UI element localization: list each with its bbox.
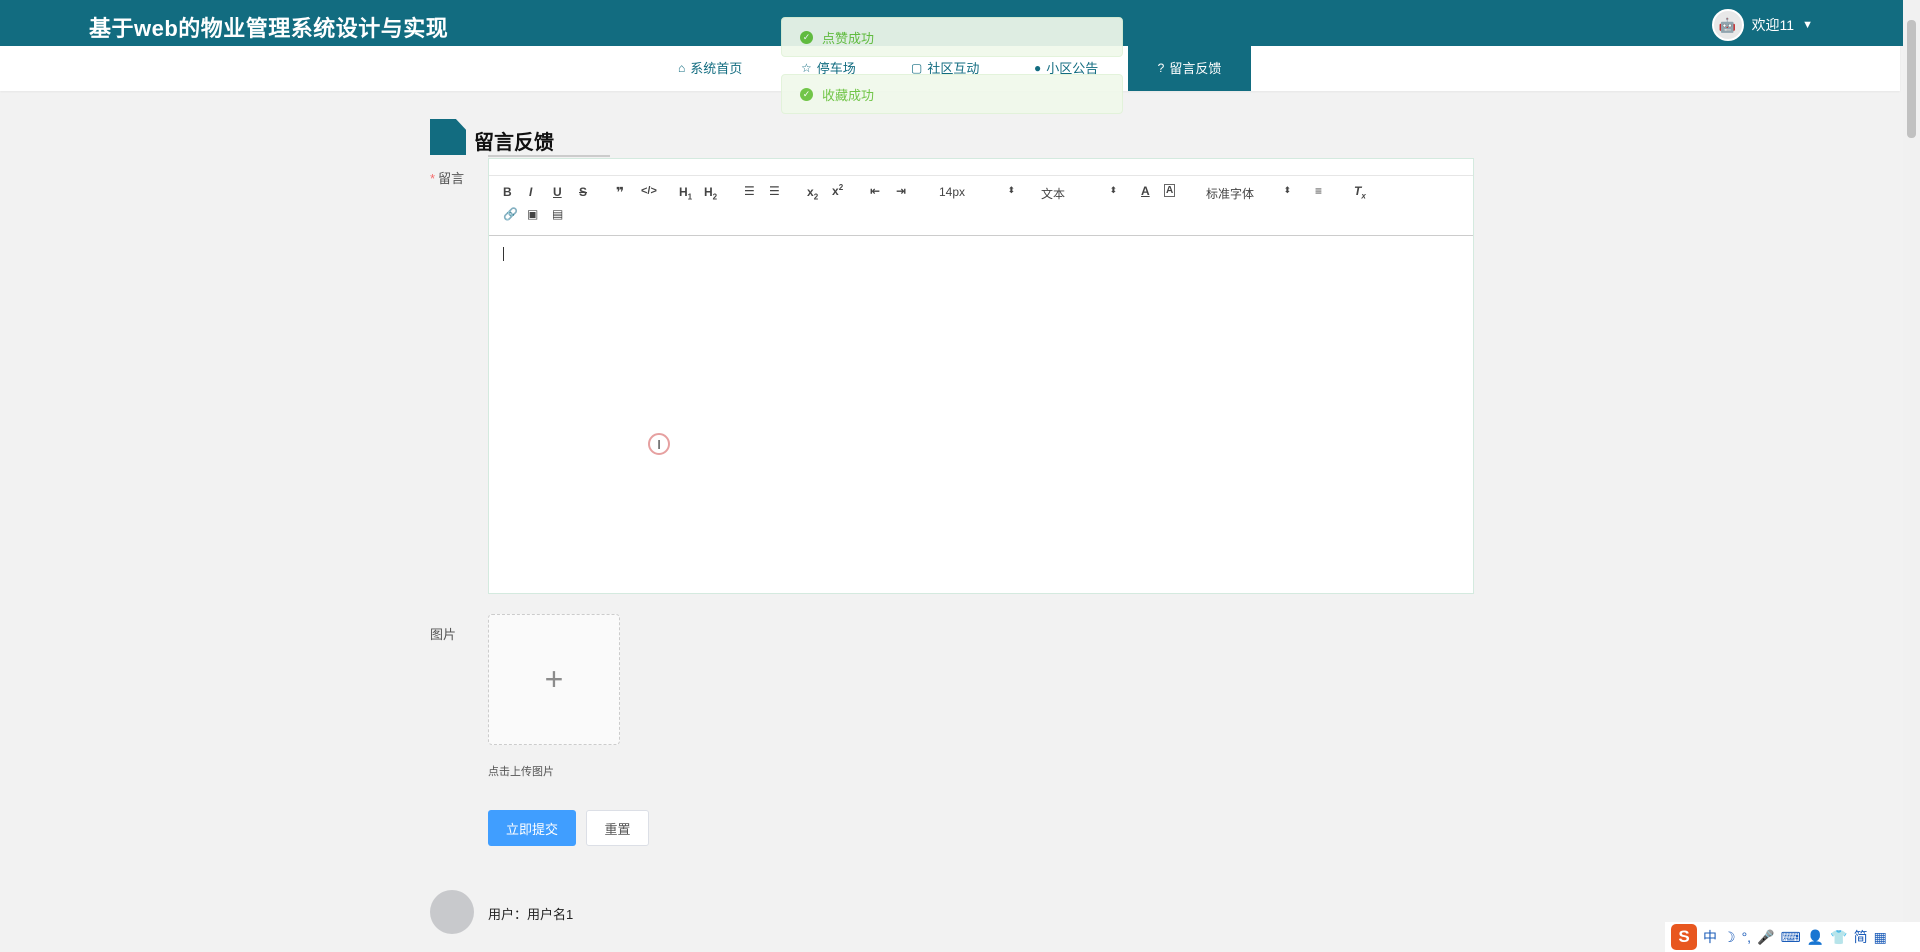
- font-family-value: 标准字体: [1206, 187, 1255, 201]
- caret-down-icon[interactable]: ▼: [1802, 19, 1813, 31]
- select-arrow-icon: ⬍: [1007, 185, 1015, 195]
- comment-user: 用户：用户名1: [488, 907, 574, 922]
- h1-icon[interactable]: H1: [679, 185, 692, 201]
- submit-button[interactable]: 立即提交: [488, 810, 576, 846]
- question-icon: ?: [1157, 61, 1165, 75]
- success-toast: ✓ 收藏成功: [781, 74, 1123, 114]
- reset-button[interactable]: 重置: [586, 810, 649, 846]
- avatar: [430, 890, 474, 934]
- background-color-icon[interactable]: A: [1164, 184, 1176, 197]
- image-icon[interactable]: ▣: [527, 207, 538, 221]
- success-check-icon: ✓: [800, 30, 813, 44]
- clear-format-icon[interactable]: Tx: [1354, 184, 1366, 200]
- outdent-icon[interactable]: ⇤: [870, 184, 880, 198]
- font-size-value: 14px: [939, 185, 966, 199]
- shirt-icon[interactable]: 👕: [1830, 929, 1847, 946]
- select-arrow-icon: ⬍: [1109, 185, 1117, 195]
- indent-icon[interactable]: ⇥: [896, 184, 906, 198]
- mic-icon[interactable]: 🎤: [1757, 929, 1774, 946]
- toast-message: 点赞成功: [822, 30, 875, 46]
- superscript-icon[interactable]: x2: [832, 183, 843, 198]
- moon-icon[interactable]: ☽: [1723, 929, 1736, 946]
- font-color-icon[interactable]: A: [1141, 184, 1150, 198]
- rich-text-editor: B I U S ❞ </> H1 H2 ☰ ☰ x2 x2 ⇤ ⇥ 14px ⬍…: [488, 158, 1474, 594]
- page-scrollbar[interactable]: [1903, 0, 1920, 952]
- image-label: 图片: [430, 627, 457, 642]
- h2-icon[interactable]: H2: [704, 185, 717, 201]
- scroll-thumb[interactable]: [1907, 20, 1916, 138]
- success-check-icon: ✓: [800, 87, 813, 101]
- ime-lang[interactable]: 中: [1703, 927, 1717, 947]
- header-select-value: 文本: [1041, 187, 1066, 201]
- grid-icon[interactable]: ▦: [1874, 929, 1887, 946]
- robot-avatar-icon[interactable]: 🤖: [1711, 9, 1744, 41]
- user-menu[interactable]: 🤖 欢迎11 ▼: [1711, 9, 1813, 41]
- align-icon[interactable]: ≡: [1315, 184, 1322, 198]
- font-family-select[interactable]: 标准字体 ⬍: [1206, 185, 1291, 202]
- select-arrow-icon: ⬍: [1283, 185, 1291, 195]
- section-underline: [488, 155, 610, 157]
- home-icon: ⌂: [678, 61, 686, 75]
- ime-toolbar: S 中 ☽ °, 🎤 ⌨ 👤 👕 简 ▦: [1665, 922, 1920, 952]
- ordered-list-icon[interactable]: ☰: [744, 184, 755, 198]
- editor-content[interactable]: [489, 235, 1473, 593]
- success-toast: ✓ 点赞成功: [781, 17, 1123, 57]
- section-title: 留言反馈: [474, 132, 554, 154]
- bold-icon[interactable]: B: [503, 185, 512, 199]
- blockquote-icon[interactable]: ❞: [616, 184, 624, 201]
- strike-icon[interactable]: S: [579, 185, 587, 199]
- underline-icon[interactable]: U: [553, 185, 562, 199]
- ime-mode[interactable]: 简: [1854, 927, 1868, 947]
- user-icon[interactable]: 👤: [1807, 929, 1824, 946]
- nav-label: 留言反馈: [1169, 61, 1222, 76]
- punctuation-icon[interactable]: °,: [1742, 929, 1752, 945]
- italic-icon[interactable]: I: [529, 185, 532, 199]
- image-upload[interactable]: +: [488, 614, 620, 745]
- font-size-select[interactable]: 14px ⬍: [939, 185, 1015, 199]
- subscript-icon[interactable]: x2: [807, 185, 818, 201]
- upload-tip: 点击上传图片: [488, 766, 554, 778]
- code-block-icon[interactable]: </>: [641, 185, 657, 197]
- section-badge: [430, 119, 466, 155]
- nav-label: 系统首页: [690, 61, 743, 76]
- plus-icon: +: [544, 661, 564, 697]
- mouse-cursor-icon: I: [648, 433, 670, 455]
- bullet-list-icon[interactable]: ☰: [769, 184, 780, 198]
- link-icon[interactable]: 🔗: [503, 207, 518, 221]
- header-select[interactable]: 文本 ⬍: [1041, 185, 1117, 202]
- welcome-text[interactable]: 欢迎11: [1752, 15, 1795, 35]
- editor-toolbar: B I U S ❞ </> H1 H2 ☰ ☰ x2 x2 ⇤ ⇥ 14px ⬍…: [489, 175, 1473, 236]
- sogou-logo-icon[interactable]: S: [1671, 924, 1697, 950]
- text-caret: [503, 247, 504, 261]
- required-mark: *: [430, 171, 436, 186]
- video-icon[interactable]: ▤: [552, 207, 563, 221]
- message-label: * 留言: [430, 168, 464, 187]
- keyboard-icon[interactable]: ⌨: [1781, 929, 1801, 946]
- site-title: 基于web的物业管理系统设计与实现: [89, 16, 449, 41]
- nav-item-feedback[interactable]: ? 留言反馈: [1128, 46, 1251, 91]
- nav-item-home[interactable]: ⌂ 系统首页: [664, 46, 756, 91]
- message-label-text: 留言: [438, 171, 465, 186]
- toast-message: 收藏成功: [822, 87, 875, 103]
